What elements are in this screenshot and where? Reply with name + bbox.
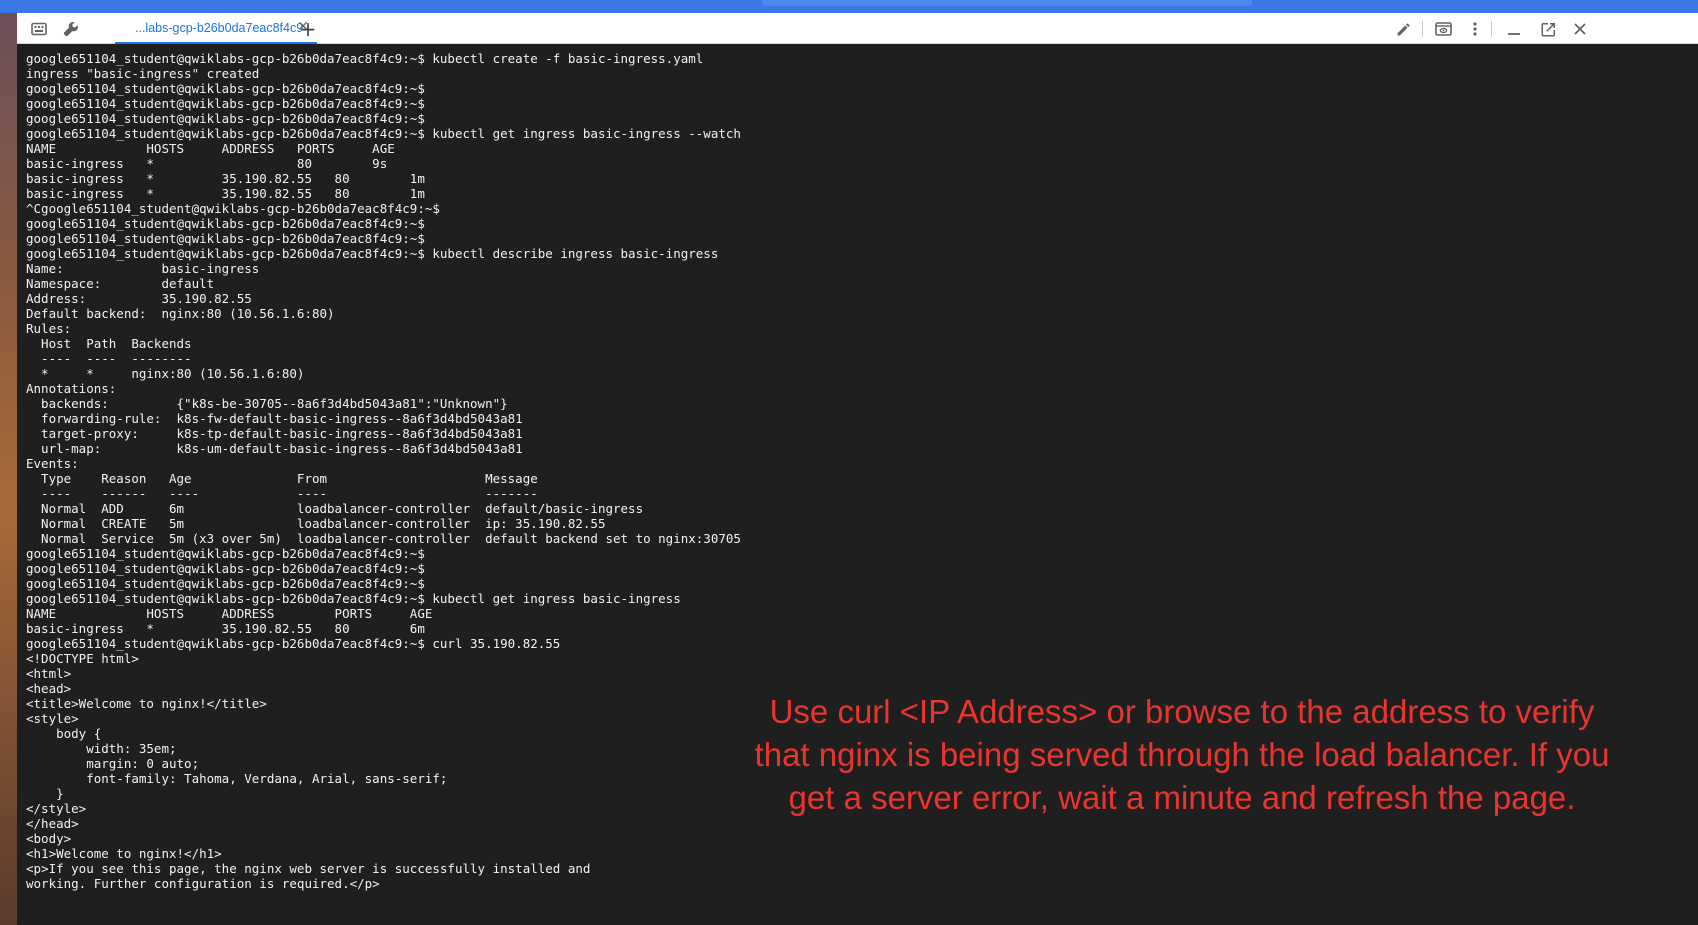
terminal-line: Type Reason Age From Message: [26, 471, 538, 486]
tab-bar: ...labs-gcp-b26b0da7eac8f4c9 ✕ +: [17, 13, 1698, 44]
terminal-line: font-family: Tahoma, Verdana, Arial, san…: [26, 771, 448, 786]
annotation-line: Use curl <IP Address> or browse to the a…: [769, 693, 1595, 730]
terminal-line: google651104_student@qwiklabs-gcp-b26b0d…: [26, 111, 425, 126]
terminal-line: Name: basic-ingress: [26, 261, 260, 276]
pencil-icon[interactable]: [1393, 19, 1413, 39]
terminal-line: google651104_student@qwiklabs-gcp-b26b0d…: [26, 561, 425, 576]
terminal-line: <html>: [26, 666, 72, 681]
terminal-line: ^Cgoogle651104_student@qwiklabs-gcp-b26b…: [26, 201, 440, 216]
terminal-line: Normal CREATE 5m loadbalancer-controller…: [26, 516, 606, 531]
terminal-output: google651104_student@qwiklabs-gcp-b26b0d…: [26, 51, 741, 891]
web-preview-icon[interactable]: [1433, 19, 1453, 39]
terminal-line: ---- ------ ---- ---- -------: [26, 486, 538, 501]
terminal-line: google651104_student@qwiklabs-gcp-b26b0d…: [26, 591, 681, 606]
terminal-line: google651104_student@qwiklabs-gcp-b26b0d…: [26, 576, 425, 591]
open-in-new-icon[interactable]: [1538, 19, 1558, 39]
terminal-line: working. Further configuration is requir…: [26, 876, 380, 891]
terminal-line: google651104_student@qwiklabs-gcp-b26b0d…: [26, 231, 425, 246]
terminal-line: target-proxy: k8s-tp-default-basic-ingre…: [26, 426, 523, 441]
terminal-line: google651104_student@qwiklabs-gcp-b26b0d…: [26, 216, 425, 231]
keyboard-icon[interactable]: [29, 19, 49, 39]
terminal-line: NAME HOSTS ADDRESS PORTS AGE: [26, 606, 433, 621]
toolbar-divider: [1422, 21, 1423, 37]
terminal-line: basic-ingress * 80 9s: [26, 156, 388, 171]
terminal-line: }: [26, 786, 64, 801]
tutorial-annotation: Use curl <IP Address> or browse to the a…: [712, 690, 1652, 819]
terminal-line: <body>: [26, 831, 72, 846]
terminal-line: google651104_student@qwiklabs-gcp-b26b0d…: [26, 81, 425, 96]
terminal-line: google651104_student@qwiklabs-gcp-b26b0d…: [26, 126, 741, 141]
terminal-line: ingress "basic-ingress" created: [26, 66, 260, 81]
terminal-line: Events:: [26, 456, 79, 471]
terminal-line: basic-ingress * 35.190.82.55 80 1m: [26, 186, 425, 201]
more-vert-icon[interactable]: [1465, 19, 1485, 39]
terminal-line: body {: [26, 726, 102, 741]
terminal-line: Namespace: default: [26, 276, 215, 291]
terminal-line: url-map: k8s-um-default-basic-ingress--8…: [26, 441, 523, 456]
wrench-icon[interactable]: [61, 19, 81, 39]
terminal-line: * * nginx:80 (10.56.1.6:80): [26, 366, 305, 381]
annotation-line: that nginx is being served through the l…: [754, 736, 1610, 773]
address-bar-edge: [762, 0, 1252, 6]
terminal-line: </head>: [26, 816, 79, 831]
terminal-line: width: 35em;: [26, 741, 177, 756]
terminal-line: Default backend: nginx:80 (10.56.1.6:80): [26, 306, 335, 321]
terminal-line: Address: 35.190.82.55: [26, 291, 252, 306]
terminal-line: <head>: [26, 681, 72, 696]
tab-title: ...labs-gcp-b26b0da7eac8f4c9: [135, 20, 304, 35]
terminal-line: google651104_student@qwiklabs-gcp-b26b0d…: [26, 546, 425, 561]
os-top-strip: [0, 0, 1698, 13]
toolbar-divider: [1491, 21, 1492, 37]
terminal-line: Annotations:: [26, 381, 117, 396]
terminal-line: google651104_student@qwiklabs-gcp-b26b0d…: [26, 96, 425, 111]
annotation-line: get a server error, wait a minute and re…: [788, 779, 1576, 816]
terminal-line: <!DOCTYPE html>: [26, 651, 139, 666]
minimize-icon[interactable]: [1504, 19, 1524, 39]
terminal-line: google651104_student@qwiklabs-gcp-b26b0d…: [26, 636, 561, 651]
terminal-line: Normal Service 5m (x3 over 5m) loadbalan…: [26, 531, 741, 546]
terminal-line: basic-ingress * 35.190.82.55 80 6m: [26, 621, 425, 636]
terminal-line: backends: {"k8s-be-30705--8a6f3d4bd5043a…: [26, 396, 508, 411]
terminal-line: google651104_student@qwiklabs-gcp-b26b0d…: [26, 246, 719, 261]
terminal-line: <p>If you see this page, the nginx web s…: [26, 861, 591, 876]
terminal-line: Host Path Backends: [26, 336, 192, 351]
close-icon[interactable]: [1570, 19, 1590, 39]
tab-cloud-shell-session[interactable]: ...labs-gcp-b26b0da7eac8f4c9 ✕: [115, 13, 317, 44]
terminal-line: <title>Welcome to nginx!</title>: [26, 696, 267, 711]
terminal-line: <h1>Welcome to nginx!</h1>: [26, 846, 222, 861]
terminal-line: basic-ingress * 35.190.82.55 80 1m: [26, 171, 425, 186]
terminal-line: margin: 0 auto;: [26, 756, 200, 771]
terminal-line: ---- ---- --------: [26, 351, 192, 366]
terminal-line: Rules:: [26, 321, 72, 336]
terminal-line: </style>: [26, 801, 87, 816]
terminal-line: <style>: [26, 711, 79, 726]
terminal-line: NAME HOSTS ADDRESS PORTS AGE: [26, 141, 395, 156]
terminal-line: Normal ADD 6m loadbalancer-controller de…: [26, 501, 644, 516]
terminal-line: forwarding-rule: k8s-fw-default-basic-in…: [26, 411, 523, 426]
terminal-line: google651104_student@qwiklabs-gcp-b26b0d…: [26, 51, 704, 66]
plus-icon[interactable]: +: [298, 19, 318, 39]
